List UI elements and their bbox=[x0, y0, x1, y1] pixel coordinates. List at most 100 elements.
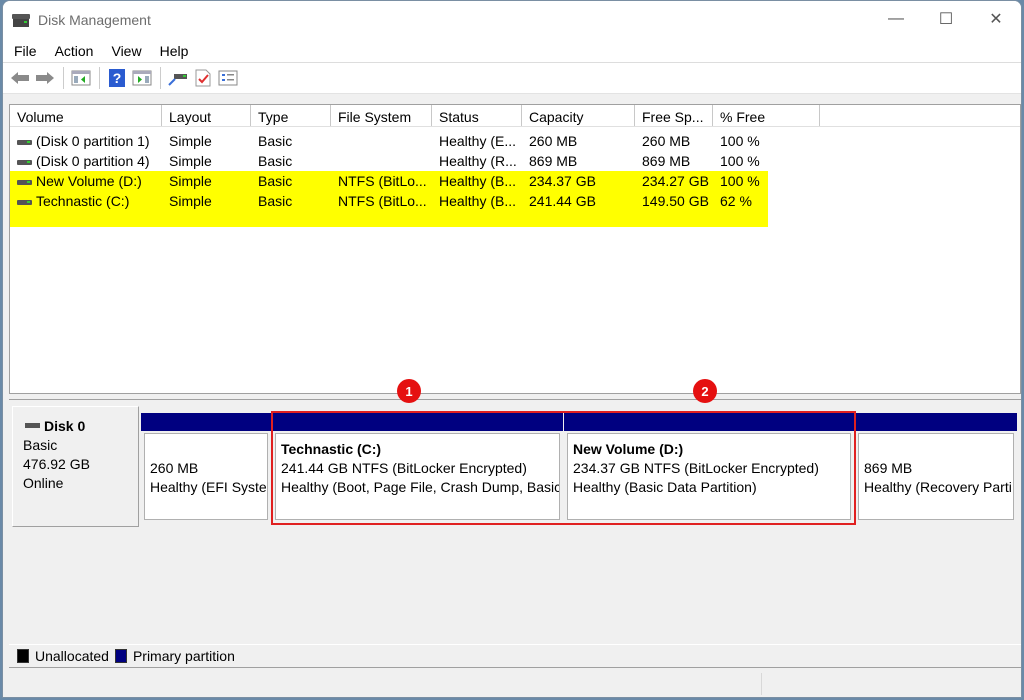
column-header-volume[interactable]: Volume bbox=[10, 105, 162, 126]
volume-type: Basic bbox=[258, 133, 293, 149]
show-hide-action-pane-button[interactable] bbox=[131, 67, 153, 89]
volume-name: New Volume (D:) bbox=[36, 173, 142, 189]
volume-icon bbox=[17, 139, 32, 145]
partition-size: 260 MB bbox=[150, 460, 199, 476]
disk-0-label[interactable]: Disk 0 Basic 476.92 GB Online bbox=[12, 406, 139, 527]
column-header-type[interactable]: Type bbox=[251, 105, 331, 126]
maximize-button[interactable]: ☐ bbox=[921, 1, 971, 37]
highlight-padding bbox=[10, 211, 768, 227]
volume-percent-free: 62 % bbox=[720, 193, 752, 209]
title-bar: Disk Management — ☐ ✕ bbox=[3, 1, 1021, 39]
volume-row-highlighted[interactable]: Technastic (C:) Simple Basic NTFS (BitLo… bbox=[10, 191, 768, 211]
volume-table-header: Volume Layout Type File System Status Ca… bbox=[10, 105, 1020, 127]
toolbar: ? bbox=[3, 63, 1021, 94]
forward-button[interactable] bbox=[34, 67, 56, 89]
status-bar bbox=[3, 671, 1021, 697]
minimize-button[interactable]: — bbox=[871, 1, 921, 37]
volume-name: (Disk 0 partition 4) bbox=[36, 153, 150, 169]
show-hide-console-tree-button[interactable] bbox=[70, 67, 92, 89]
partition-size: 869 MB bbox=[864, 460, 913, 476]
volume-layout: Simple bbox=[169, 153, 212, 169]
connect-disk-button[interactable] bbox=[167, 67, 189, 89]
svg-text:?: ? bbox=[113, 70, 122, 86]
partition-recovery[interactable]: 869 MB Healthy (Recovery Parti bbox=[855, 413, 1017, 523]
volume-percent-free: 100 % bbox=[720, 173, 760, 189]
annotation-badge-2: 2 bbox=[693, 379, 717, 403]
back-button[interactable] bbox=[9, 67, 31, 89]
unallocated-swatch bbox=[17, 649, 29, 663]
column-header-percent-free[interactable]: % Free bbox=[713, 105, 820, 126]
disk-layout-pane: Disk 0 Basic 476.92 GB Online 260 MB Hea… bbox=[9, 401, 1021, 641]
volume-list-pane: Volume Layout Type File System Status Ca… bbox=[9, 104, 1021, 394]
volume-capacity: 241.44 GB bbox=[529, 193, 596, 209]
properties-button[interactable] bbox=[192, 67, 214, 89]
column-header-layout[interactable]: Layout bbox=[162, 105, 251, 126]
disk-type: Basic bbox=[23, 437, 58, 453]
legend-bar: Unallocated Primary partition bbox=[9, 644, 1021, 668]
volume-percent-free: 100 % bbox=[720, 153, 760, 169]
primary-partition-bar bbox=[141, 413, 271, 431]
status-bar-separator bbox=[761, 673, 762, 695]
disk-name: Disk 0 bbox=[44, 418, 86, 434]
column-header-status[interactable]: Status bbox=[432, 105, 522, 126]
partition-status: Healthy (EFI Syste bbox=[150, 479, 267, 495]
volume-capacity: 869 MB bbox=[529, 153, 578, 169]
volume-type: Basic bbox=[258, 193, 293, 209]
volume-icon bbox=[17, 199, 32, 205]
menu-action[interactable]: Action bbox=[48, 43, 101, 59]
volume-layout: Simple bbox=[169, 173, 212, 189]
window-title: Disk Management bbox=[38, 12, 151, 28]
volume-free-space: 869 MB bbox=[642, 153, 691, 169]
help-button[interactable]: ? bbox=[106, 67, 128, 89]
column-header-file-system[interactable]: File System bbox=[331, 105, 432, 126]
partition-status: Healthy (Recovery Parti bbox=[864, 479, 1012, 495]
volume-capacity: 260 MB bbox=[529, 133, 578, 149]
volume-type: Basic bbox=[258, 153, 293, 169]
volume-file-system: NTFS (BitLo... bbox=[338, 173, 427, 189]
back-arrow-icon bbox=[11, 72, 29, 84]
properties-checklist-icon bbox=[195, 69, 211, 87]
menu-file[interactable]: File bbox=[7, 43, 44, 59]
volume-percent-free: 100 % bbox=[720, 133, 760, 149]
help-icon: ? bbox=[109, 69, 125, 87]
volume-layout: Simple bbox=[169, 193, 212, 209]
volume-row[interactable]: (Disk 0 partition 1) Simple Basic Health… bbox=[10, 131, 1020, 151]
menu-help[interactable]: Help bbox=[153, 43, 196, 59]
volume-status: Healthy (B... bbox=[439, 193, 517, 209]
volume-free-space: 234.27 GB bbox=[642, 173, 709, 189]
volume-free-space: 260 MB bbox=[642, 133, 691, 149]
list-view-button[interactable] bbox=[217, 67, 239, 89]
pane-splitter[interactable] bbox=[9, 394, 1021, 400]
volume-name: (Disk 0 partition 1) bbox=[36, 133, 150, 149]
disk-management-app-icon bbox=[12, 12, 32, 28]
show-hide-console-tree-icon bbox=[71, 70, 91, 86]
connect-disk-icon bbox=[168, 74, 187, 86]
volume-file-system: NTFS (BitLo... bbox=[338, 193, 427, 209]
volume-icon bbox=[17, 159, 32, 165]
column-header-free-space[interactable]: Free Sp... bbox=[635, 105, 713, 126]
disk-icon bbox=[25, 423, 40, 429]
volume-layout: Simple bbox=[169, 133, 212, 149]
legend-unallocated: Unallocated bbox=[35, 648, 109, 664]
disk-management-window: Disk Management — ☐ ✕ File Action View H… bbox=[2, 0, 1022, 698]
disk-state: Online bbox=[23, 475, 64, 491]
annotation-badge-1: 1 bbox=[397, 379, 421, 403]
forward-arrow-icon bbox=[36, 72, 54, 84]
volume-capacity: 234.37 GB bbox=[529, 173, 596, 189]
volume-type: Basic bbox=[258, 173, 293, 189]
annotation-highlight-box bbox=[271, 411, 856, 525]
list-view-icon bbox=[218, 70, 238, 86]
menu-view[interactable]: View bbox=[104, 43, 148, 59]
partition-efi[interactable]: 260 MB Healthy (EFI Syste bbox=[141, 413, 271, 523]
volume-name: Technastic (C:) bbox=[36, 193, 130, 209]
close-button[interactable]: ✕ bbox=[971, 1, 1021, 37]
volume-status: Healthy (E... bbox=[439, 133, 517, 149]
show-hide-action-pane-icon bbox=[132, 70, 152, 86]
column-header-capacity[interactable]: Capacity bbox=[522, 105, 635, 126]
volume-status: Healthy (B... bbox=[439, 173, 517, 189]
volume-row[interactable]: (Disk 0 partition 4) Simple Basic Health… bbox=[10, 151, 1020, 171]
disk-size: 476.92 GB bbox=[23, 456, 90, 472]
volume-row-highlighted[interactable]: New Volume (D:) Simple Basic NTFS (BitLo… bbox=[10, 171, 768, 191]
toolbar-separator bbox=[99, 67, 100, 89]
volume-icon bbox=[17, 179, 32, 185]
